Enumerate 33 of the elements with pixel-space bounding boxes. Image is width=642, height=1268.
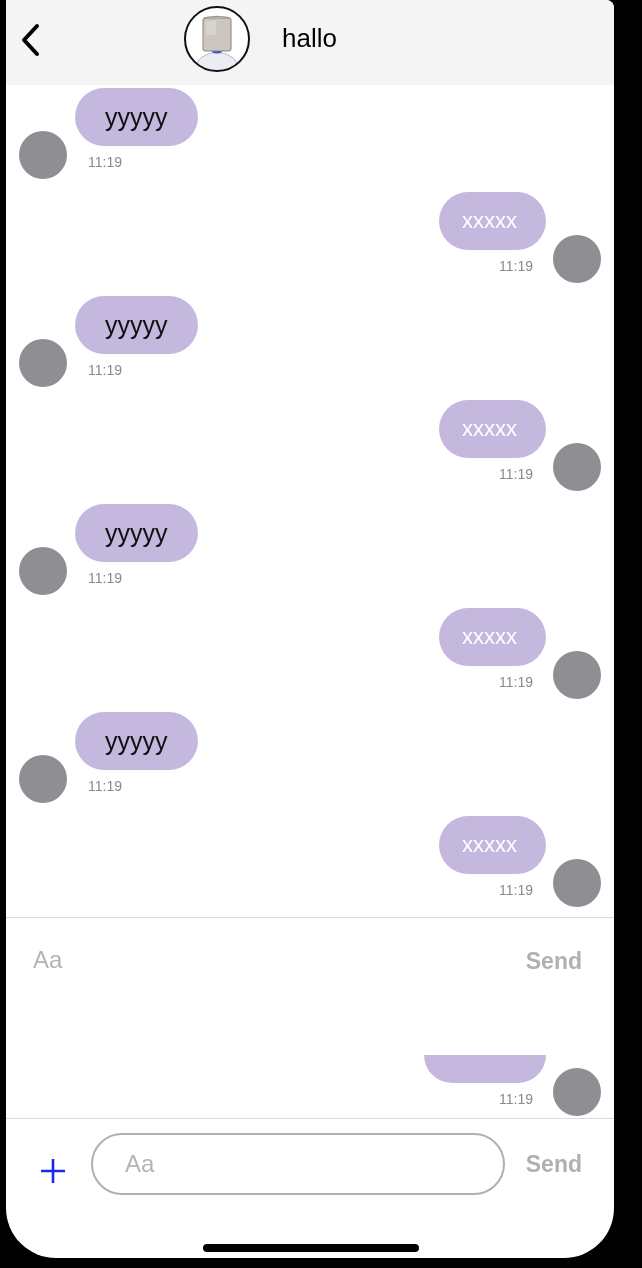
message-bubble: yyyyy (75, 712, 198, 770)
message-time: 11:19 (499, 882, 533, 898)
message-time: 11:19 (88, 570, 122, 586)
avatar (553, 443, 601, 491)
back-icon[interactable] (20, 22, 40, 57)
message-time: 11:19 (88, 778, 122, 794)
message-bubble: yyyyy (75, 504, 198, 562)
avatar (19, 755, 67, 803)
message-bubble: xxxxx (439, 400, 546, 458)
send-button[interactable]: Send (525, 948, 582, 975)
plus-icon[interactable] (40, 1158, 66, 1184)
message-time: 11:19 (499, 674, 533, 690)
avatar (553, 235, 601, 283)
avatar (19, 339, 67, 387)
avatar (19, 131, 67, 179)
avatar (553, 1068, 601, 1116)
avatar (553, 651, 601, 699)
message-bubble: yyyyy (75, 88, 198, 146)
text-input[interactable]: Aa (33, 944, 93, 975)
avatar (553, 859, 601, 907)
contact-name: hallo (282, 23, 337, 54)
message-time: 11:19 (499, 258, 533, 274)
message-bubble: xxxxx (439, 608, 546, 666)
message-bubble: xxxxx (439, 816, 546, 874)
avatar (19, 547, 67, 595)
send-button[interactable]: Send (525, 1150, 582, 1178)
message-bubble: yyyyy (75, 296, 198, 354)
message-input-field[interactable]: Aa (91, 1133, 505, 1195)
message-time: 11:19 (88, 154, 122, 170)
message-time: 11:19 (499, 1091, 533, 1107)
message-time: 11:19 (88, 362, 122, 378)
message-bubble: xxxxx (439, 192, 546, 250)
message-time: 11:19 (499, 466, 533, 482)
